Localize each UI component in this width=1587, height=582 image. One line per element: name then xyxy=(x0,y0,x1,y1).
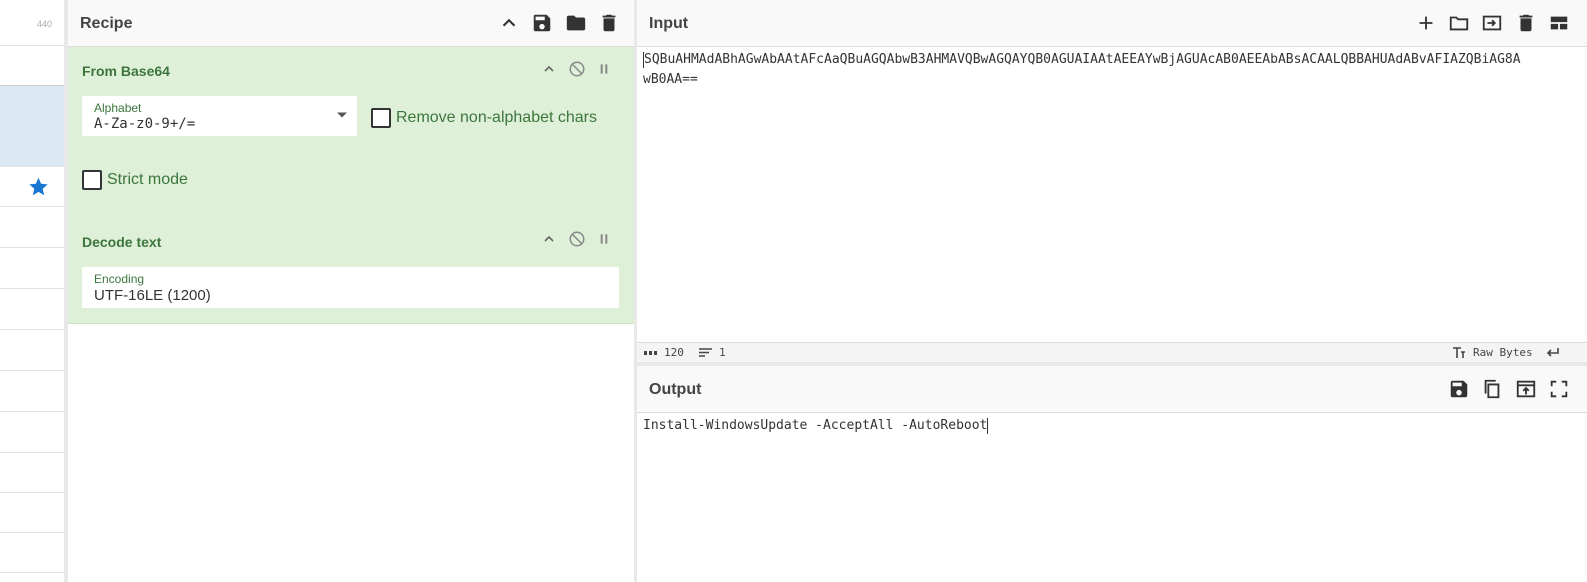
length-icon xyxy=(644,351,657,355)
strict-mode-checkbox[interactable]: Strict mode xyxy=(82,170,188,190)
checkbox-box[interactable] xyxy=(371,108,391,128)
chevron-up-icon[interactable] xyxy=(541,61,557,77)
list-item[interactable] xyxy=(0,412,64,453)
remove-non-alphabet-label: Remove non-alphabet chars xyxy=(396,109,598,126)
list-item[interactable] xyxy=(0,86,64,126)
word-wrap-icon[interactable] xyxy=(1545,347,1559,358)
text-cursor xyxy=(987,417,989,434)
output-title: Output xyxy=(649,381,702,398)
open-folder-icon[interactable] xyxy=(1448,12,1470,34)
pause-icon[interactable] xyxy=(596,231,612,247)
folder-icon[interactable] xyxy=(565,12,587,34)
alphabet-label: Alphabet xyxy=(94,101,142,115)
output-pane: Output Install-WindowsUpdate -AcceptAll … xyxy=(637,366,1587,582)
output-text: Install-WindowsUpdate -AcceptAll -AutoRe… xyxy=(643,418,988,433)
disable-icon[interactable] xyxy=(568,230,586,248)
maximize-icon[interactable] xyxy=(1548,378,1570,400)
remove-non-alphabet-checkbox[interactable]: Remove non-alphabet chars xyxy=(371,108,597,128)
save-icon[interactable] xyxy=(531,12,553,34)
disable-icon[interactable] xyxy=(568,60,586,78)
list-item[interactable] xyxy=(0,289,64,330)
list-item[interactable] xyxy=(0,453,64,493)
operation-decode-text: Decode text Encoding UTF-16LE (1200) xyxy=(68,217,634,324)
input-header: Input xyxy=(637,0,1587,47)
text-format-icon[interactable] xyxy=(1452,346,1466,359)
input-statusbar: 120 1 Raw Bytes xyxy=(637,342,1587,363)
encoding-label: Encoding xyxy=(94,272,145,286)
recipe-title: Recipe xyxy=(80,15,133,32)
operation-title: From Base64 xyxy=(82,63,170,79)
input-lines: 1 xyxy=(719,346,726,359)
lines-icon xyxy=(699,348,712,357)
trash-icon[interactable] xyxy=(598,12,620,34)
list-item[interactable] xyxy=(0,493,64,533)
search-row[interactable] xyxy=(0,46,64,86)
checkbox-box[interactable] xyxy=(82,170,102,190)
list-item[interactable] xyxy=(0,207,64,248)
input-textarea[interactable]: SQBuAHMAdABhAGwAbAAtAFcAaQBuAGQAbwB3AHMA… xyxy=(643,50,1587,90)
operation-from-base64: From Base64 Alphabet A-Za-z0-9+/= Remove… xyxy=(68,47,634,218)
column-number: 440 xyxy=(36,19,52,29)
strict-mode-label: Strict mode xyxy=(107,171,188,188)
list-item[interactable] xyxy=(0,533,64,573)
plus-icon[interactable] xyxy=(1415,12,1437,34)
column-header: 440 xyxy=(0,0,64,46)
alphabet-value: A-Za-z0-9+/= xyxy=(94,116,196,132)
dropdown-arrow-icon xyxy=(337,112,347,118)
input-line-1: SQBuAHMAdABhAGwAbAAtAFcAaQBuAGQAbwB3AHMA… xyxy=(644,52,1521,67)
input-pane: Input SQBuAHMAdABhAGwAbAAtAFcAaQBuAGQAbw… xyxy=(637,0,1587,363)
copy-icon[interactable] xyxy=(1481,378,1503,400)
list-item[interactable] xyxy=(0,330,64,371)
save-icon[interactable] xyxy=(1448,378,1470,400)
list-item[interactable] xyxy=(0,126,64,167)
input-title: Input xyxy=(649,15,689,32)
input-format[interactable]: Raw Bytes xyxy=(1473,346,1533,359)
favourites-column: 440 xyxy=(0,0,65,582)
pause-icon[interactable] xyxy=(596,61,612,77)
layout-icon[interactable] xyxy=(1548,12,1570,34)
input-file-icon[interactable] xyxy=(1481,12,1503,34)
trash-icon[interactable] xyxy=(1515,12,1537,34)
recipe-pane: Recipe From Base64 Alphabet A-Za-z0-9+/=… xyxy=(68,0,634,582)
chevron-up-icon[interactable] xyxy=(541,231,557,247)
alphabet-select[interactable]: Alphabet A-Za-z0-9+/= xyxy=(82,96,357,136)
input-length: 120 xyxy=(664,346,684,359)
encoding-select[interactable]: Encoding UTF-16LE (1200) xyxy=(82,267,619,308)
list-item[interactable] xyxy=(0,248,64,289)
star-icon[interactable] xyxy=(28,176,49,197)
output-textarea[interactable]: Install-WindowsUpdate -AcceptAll -AutoRe… xyxy=(643,416,1587,436)
replace-input-icon[interactable] xyxy=(1515,378,1537,400)
favourites-row[interactable] xyxy=(0,167,64,207)
operation-title: Decode text xyxy=(82,234,162,250)
list-item[interactable] xyxy=(0,371,64,412)
encoding-value: UTF-16LE (1200) xyxy=(94,287,211,304)
output-header: Output xyxy=(637,366,1587,413)
recipe-header: Recipe xyxy=(68,0,634,47)
chevron-up-icon[interactable] xyxy=(498,12,520,34)
input-line-2: wB0AA== xyxy=(643,72,698,87)
